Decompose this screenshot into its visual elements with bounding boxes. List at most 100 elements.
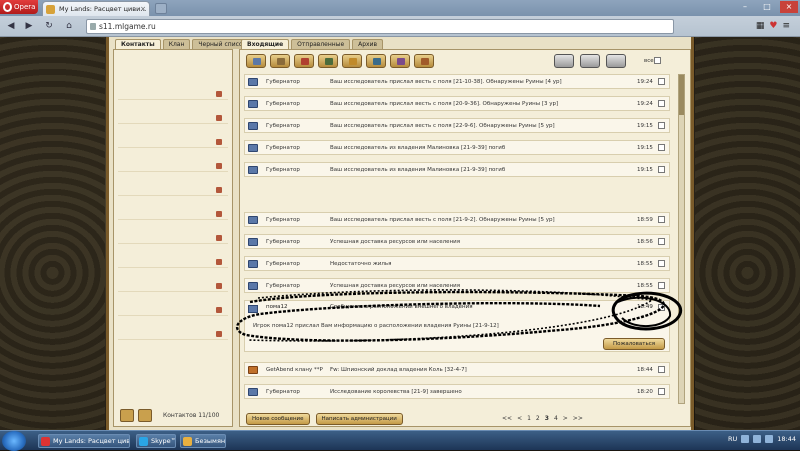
prev-page-link[interactable]: < xyxy=(517,415,522,422)
message-subject[interactable]: Ваш исследователь прислал весть с поля [… xyxy=(330,213,630,227)
scrollbar-thumb[interactable] xyxy=(679,75,684,115)
filter-personal-button[interactable] xyxy=(414,54,434,68)
back-icon[interactable]: ◀ xyxy=(4,19,18,33)
message-checkbox[interactable] xyxy=(658,366,665,373)
filter-clan-button[interactable] xyxy=(390,54,410,68)
message-row[interactable]: Губернатор Успешная доставка ресурсов ил… xyxy=(244,234,670,249)
filter-all-button[interactable] xyxy=(246,54,266,68)
message-subject[interactable]: Ваш исследователь из владения Малиновка … xyxy=(330,163,630,177)
message-checkbox[interactable] xyxy=(658,144,665,151)
message-checkbox[interactable] xyxy=(658,238,665,245)
message-subject[interactable]: Fw: Шпионский доклад владения Коль [32-4… xyxy=(330,363,630,377)
menu-icon[interactable]: ≡ xyxy=(782,21,790,31)
message-subject[interactable]: Успешная доставка ресурсов или населения xyxy=(330,235,630,249)
tab-contacts[interactable]: Контакты xyxy=(115,39,161,49)
contact-item[interactable] xyxy=(118,136,228,148)
maximize-icon[interactable]: □ xyxy=(758,1,776,13)
message-row[interactable]: Губернатор Ваш исследователь из владения… xyxy=(244,162,670,177)
contact-item[interactable] xyxy=(118,160,228,172)
message-checkbox[interactable] xyxy=(658,216,665,223)
contact-item[interactable] xyxy=(118,256,228,268)
message-checkbox[interactable] xyxy=(658,100,665,107)
message-subject[interactable]: Ваш исследователь прислал весть с поля [… xyxy=(330,75,630,89)
tab-sent[interactable]: Отправленные xyxy=(291,39,351,49)
filter-system-button[interactable] xyxy=(270,54,290,68)
contact-item[interactable] xyxy=(118,88,228,100)
delete-button[interactable] xyxy=(606,54,626,68)
contact-item[interactable] xyxy=(118,184,228,196)
message-row[interactable]: Губернатор Исследование королевства [21-… xyxy=(244,384,670,399)
contact-item[interactable] xyxy=(118,232,228,244)
new-tab-button[interactable] xyxy=(155,3,167,14)
message-checkbox[interactable] xyxy=(658,78,665,85)
message-subject[interactable]: Исследование королевства [21-9] завершен… xyxy=(330,385,630,399)
start-button[interactable] xyxy=(2,431,26,451)
message-subject[interactable]: Ваш исследователь прислал весть с поля [… xyxy=(330,119,630,133)
message-row[interactable]: Губернатор Ваш исследователь прислал вес… xyxy=(244,96,670,111)
contact-item[interactable] xyxy=(118,280,228,292)
tab-clan[interactable]: Клан xyxy=(162,39,191,49)
message-checkbox[interactable] xyxy=(658,122,665,129)
tab-inbox[interactable]: Входящие xyxy=(241,39,290,49)
message-row[interactable]: Губернатор Ваш исследователь прислал вес… xyxy=(244,74,670,89)
last-page-link[interactable]: >> xyxy=(573,415,583,422)
message-row[interactable]: Губернатор Ваш исследователь прислал вес… xyxy=(244,212,670,227)
add-contact-icon[interactable] xyxy=(120,409,134,422)
contact-item[interactable] xyxy=(118,112,228,124)
taskbar-item-paint[interactable]: Безымянн... xyxy=(180,434,226,448)
volume-icon[interactable] xyxy=(753,435,762,443)
opera-menu-button[interactable]: Opera xyxy=(0,0,38,14)
clock[interactable]: 18:44 xyxy=(777,435,796,443)
tab-archive[interactable]: Архив xyxy=(352,39,384,49)
taskbar-item-skype[interactable]: Skype™ - ... xyxy=(136,434,176,448)
new-message-button[interactable]: Новое сообщение xyxy=(246,413,310,425)
filter-battle-button[interactable] xyxy=(294,54,314,68)
page-link[interactable]: 1 xyxy=(527,415,531,422)
message-sender[interactable]: пома12 xyxy=(266,304,287,310)
page-link[interactable]: 2 xyxy=(536,415,540,422)
home-icon[interactable]: ⌂ xyxy=(62,19,76,33)
message-checkbox[interactable] xyxy=(658,166,665,173)
message-row[interactable]: Губернатор Успешная доставка ресурсов ил… xyxy=(244,278,670,293)
write-admin-button[interactable]: Написать администрации xyxy=(315,413,403,425)
message-scrollbar[interactable] xyxy=(678,74,685,404)
message-row[interactable]: GetAbend клану **P Fw: Шпионский доклад … xyxy=(244,362,670,377)
page-icon[interactable]: ▦ xyxy=(756,21,765,31)
archive-button[interactable] xyxy=(580,54,600,68)
forward-icon[interactable]: ▶ xyxy=(22,19,36,33)
page-link[interactable]: 4 xyxy=(554,415,558,422)
message-subject[interactable]: Сообщение о расположении внешнего владен… xyxy=(330,304,473,310)
heart-icon[interactable]: ♥ xyxy=(769,21,777,31)
message-subject[interactable]: Недостаточно жилья xyxy=(330,257,630,271)
taskbar-item-opera[interactable]: My Lands: Расцвет циви... xyxy=(38,434,130,448)
contact-item[interactable] xyxy=(118,304,228,316)
filter-explore-button[interactable] xyxy=(366,54,386,68)
message-row[interactable]: Губернатор Недостаточно жилья 18:55 xyxy=(244,256,670,271)
contact-item[interactable] xyxy=(118,208,228,220)
tray-app-icon[interactable] xyxy=(765,435,774,443)
filter-trade-button[interactable] xyxy=(342,54,362,68)
message-checkbox[interactable] xyxy=(658,388,665,395)
reload-icon[interactable]: ↻ xyxy=(42,19,56,33)
language-indicator[interactable]: RU xyxy=(728,435,737,443)
message-checkbox[interactable] xyxy=(658,282,665,289)
browser-tab[interactable]: My Lands: Расцвет циви... × xyxy=(42,1,150,16)
url-field[interactable]: s11.mlgame.ru xyxy=(86,19,674,34)
message-checkbox[interactable] xyxy=(658,304,665,311)
message-subject[interactable]: Успешная доставка ресурсов или населения xyxy=(330,279,630,293)
message-subject[interactable]: Ваш исследователь прислал весть с поля [… xyxy=(330,97,630,111)
site-info-icon[interactable] xyxy=(90,23,96,30)
first-page-link[interactable]: << xyxy=(502,415,512,422)
mark-read-button[interactable] xyxy=(554,54,574,68)
contact-item[interactable] xyxy=(118,328,228,340)
close-window-icon[interactable]: × xyxy=(780,1,798,13)
minimize-icon[interactable]: – xyxy=(736,1,754,13)
complain-button[interactable]: Пожаловаться xyxy=(603,338,665,350)
message-checkbox[interactable] xyxy=(658,260,665,267)
close-tab-icon[interactable]: × xyxy=(140,2,146,16)
network-icon[interactable] xyxy=(741,435,750,443)
message-row[interactable]: Губернатор Ваш исследователь прислал вес… xyxy=(244,118,670,133)
group-icon[interactable] xyxy=(138,409,152,422)
select-all-checkbox[interactable] xyxy=(654,57,661,64)
message-row[interactable]: Губернатор Ваш исследователь из владения… xyxy=(244,140,670,155)
